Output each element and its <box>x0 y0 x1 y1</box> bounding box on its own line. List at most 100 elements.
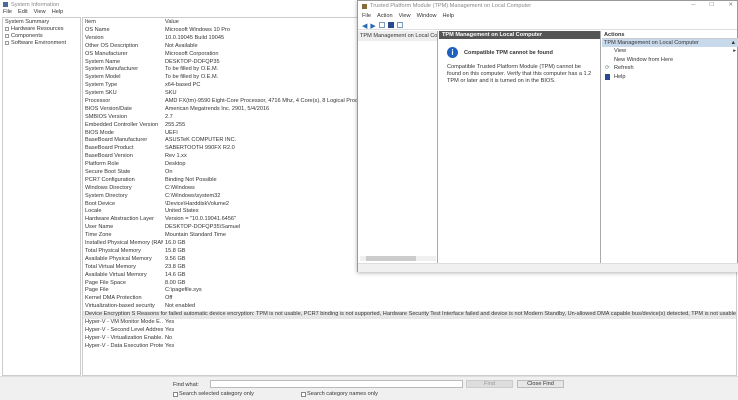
column-header-value[interactable]: Value <box>163 18 179 27</box>
action-view[interactable]: View ▸ <box>602 47 738 56</box>
row-item: Kernel DMA Protection <box>85 295 142 302</box>
row-item: Time Zone <box>85 232 112 239</box>
row-item: System Type <box>85 82 118 89</box>
tree-item-tpm[interactable]: TPM Management on Local Comp <box>358 31 437 41</box>
expand-icon[interactable] <box>5 26 9 31</box>
row-value: 9.56 GB <box>165 255 186 262</box>
table-row[interactable]: Available Virtual Memory 14.6 GB <box>83 272 736 280</box>
row-item: System Directory <box>85 192 128 199</box>
row-value: Yes <box>165 326 175 333</box>
action-new-window[interactable]: New Window from Here <box>602 56 738 65</box>
menu-view[interactable]: View <box>34 9 46 17</box>
row-item: OS Name <box>85 27 110 33</box>
tree-item[interactable]: Software Environment <box>5 40 78 47</box>
tpm-menu-action[interactable]: Action <box>377 13 393 19</box>
tpm-menu-window[interactable]: Window <box>417 13 437 19</box>
info-icon: i <box>447 47 458 58</box>
row-item: System Model <box>85 74 121 81</box>
row-item: System Name <box>85 58 121 65</box>
show-action-pane-icon[interactable] <box>396 21 403 28</box>
menu-file[interactable]: File <box>3 9 12 17</box>
row-item: Total Physical Memory <box>85 247 141 254</box>
row-value: Not enabled <box>165 303 196 310</box>
tpm-window: Trusted Platform Module (TPM) Management… <box>357 0 738 272</box>
collapse-icon[interactable]: ▲ <box>730 39 736 47</box>
expand-icon[interactable] <box>5 40 9 45</box>
tree-item[interactable]: Hardware Resources <box>5 26 78 33</box>
show-tree-icon[interactable] <box>378 21 385 28</box>
category-tree: System Summary Hardware Resources Componen… <box>2 17 81 376</box>
tree-item-label: Hardware Resources <box>11 26 64 32</box>
row-value: DESKTOP-DOFQP35\Samuel <box>165 224 241 231</box>
minimize-icon[interactable]: ─ <box>691 2 695 8</box>
back-icon[interactable]: ◀ <box>362 22 367 30</box>
tpm-menu-view[interactable]: View <box>399 13 411 19</box>
actions-section[interactable]: TPM Management on Local Computer ▲ <box>602 39 738 47</box>
horizontal-scrollbar[interactable] <box>360 256 436 261</box>
search-category-names-checkbox[interactable]: Search category names only <box>301 391 378 397</box>
find-bar: Find what: Find Close Find Search select… <box>0 376 738 400</box>
row-item: Hyper-V - Second Level Addres... <box>85 326 163 333</box>
row-value: Off <box>165 295 173 302</box>
row-value: Yes <box>165 342 175 349</box>
row-item: Page File <box>85 287 109 294</box>
tpm-console-tree: TPM Management on Local Comp <box>358 31 438 263</box>
find-label: Find what: <box>173 382 199 388</box>
row-item: System SKU <box>85 90 117 97</box>
row-item: Device Encryption Support <box>85 311 135 318</box>
row-item: Available Physical Memory <box>85 255 152 262</box>
close-icon[interactable]: ✕ <box>728 2 733 8</box>
maximize-icon[interactable]: ☐ <box>709 2 714 8</box>
row-item: Hyper-V - Virtualization Enable... <box>85 334 163 341</box>
table-row[interactable]: Hyper-V - Second Level Addres... Yes <box>83 327 736 335</box>
row-item: System Manufacturer <box>85 66 139 73</box>
table-row[interactable]: Virtualization-based security Not enabled <box>83 303 736 311</box>
column-header-item[interactable]: Item <box>83 18 163 27</box>
table-row[interactable]: Kernel DMA Protection Off <box>83 295 736 303</box>
find-input[interactable] <box>210 380 463 388</box>
expand-icon[interactable] <box>5 33 9 38</box>
tree-item-label: Components <box>11 33 43 39</box>
row-value: To be filled by O.E.M. <box>165 74 219 81</box>
row-item: BaseBoard Manufacturer <box>85 137 148 144</box>
row-value: Desktop <box>165 161 186 168</box>
search-selected-category-checkbox[interactable]: Search selected category only <box>173 391 254 397</box>
row-item: SMBIOS Version <box>85 113 127 120</box>
table-row[interactable]: Hyper-V - Virtualization Enable... No <box>83 335 736 343</box>
row-value: On <box>165 169 173 176</box>
row-value: UEFI <box>165 129 178 136</box>
table-row[interactable]: Hyper-V - Data Execution Prote... Yes <box>83 343 736 351</box>
tpm-menu-file[interactable]: File <box>362 13 371 19</box>
table-row[interactable]: Page File C:\pagefile.sys <box>83 287 736 295</box>
table-row[interactable]: Page File Space 8.00 GB <box>83 280 736 288</box>
checkbox-label: Search category names only <box>307 391 378 397</box>
action-refresh[interactable]: ⟳ Refresh <box>602 64 738 73</box>
table-row[interactable]: Hyper-V - VM Monitor Mode E... Yes <box>83 319 736 327</box>
row-value: No <box>165 334 173 341</box>
row-value: \Device\HarddiskVolume2 <box>165 200 230 207</box>
help-icon[interactable] <box>387 21 394 28</box>
row-item: Available Virtual Memory <box>85 271 147 278</box>
action-label: View <box>614 48 627 54</box>
forward-icon[interactable]: ▶ <box>370 22 375 30</box>
row-value: 255.255 <box>165 121 186 128</box>
action-help[interactable]: Help <box>602 73 738 82</box>
row-item: Hyper-V - VM Monitor Mode E... <box>85 318 163 325</box>
tpm-menu-help[interactable]: Help <box>443 13 455 19</box>
find-button[interactable]: Find <box>466 380 513 388</box>
tree-item[interactable]: System Summary <box>5 19 78 26</box>
close-find-button[interactable]: Close Find <box>517 380 564 388</box>
row-value: Rev 1.xx <box>165 153 187 160</box>
row-item: Hyper-V - Data Execution Prote... <box>85 342 163 349</box>
tpm-title-bar: Trusted Platform Module (TPM) Management… <box>358 1 737 11</box>
row-value: C:\Windows <box>165 184 195 191</box>
actions-header: Actions <box>602 31 738 39</box>
menu-edit[interactable]: Edit <box>18 9 28 17</box>
row-value: Binding Not Possible <box>165 176 217 183</box>
menu-help[interactable]: Help <box>52 9 64 17</box>
table-row[interactable]: Device Encryption SupportReasons for fai… <box>83 311 736 319</box>
row-value: AMD FX(tm)-9590 Eight-Core Processor, 47… <box>165 98 378 105</box>
tree-item[interactable]: Components <box>5 33 78 40</box>
row-value: DESKTOP-DOFQP35 <box>165 58 220 65</box>
row-value: Not Available <box>165 42 198 49</box>
